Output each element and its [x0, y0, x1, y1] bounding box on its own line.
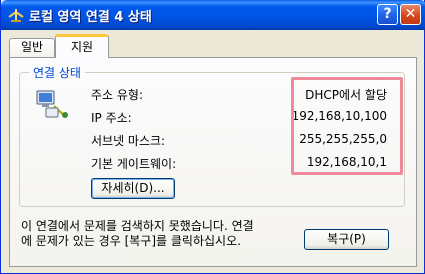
address-type-label: 주소 유형:: [91, 88, 144, 102]
ip-address-label: IP 주소:: [91, 111, 132, 125]
values-highlight-box: [291, 77, 403, 175]
close-button[interactable]: ✕: [400, 4, 421, 25]
network-connection-icon: [8, 9, 24, 22]
title-bar[interactable]: 로컬 영역 연결 4 상태 ? ✕: [1, 0, 425, 30]
default-gateway-label: 기본 게이트웨이:: [91, 157, 177, 171]
help-button[interactable]: ?: [377, 4, 398, 25]
details-button[interactable]: 자세히(D)...: [91, 178, 175, 199]
tab-general[interactable]: 일반: [9, 38, 55, 57]
subnet-mask-label: 서브넷 마스크:: [91, 134, 166, 148]
repair-button[interactable]: 복구(P): [304, 229, 389, 250]
status-dialog: 로컬 영역 연결 4 상태 ? ✕ 일반 지원 연결 상태 주소 유형: DHC…: [0, 0, 425, 274]
group-heading: 연결 상태: [29, 64, 85, 81]
window-title: 로컬 영역 연결 4 상태: [29, 10, 152, 25]
tab-support[interactable]: 지원: [55, 34, 109, 58]
network-computer-icon: [36, 90, 68, 118]
repair-message: 이 연결에서 문제를 검색하지 못했습니다. 연결 에 문제가 있는 경우 [복…: [21, 219, 254, 248]
